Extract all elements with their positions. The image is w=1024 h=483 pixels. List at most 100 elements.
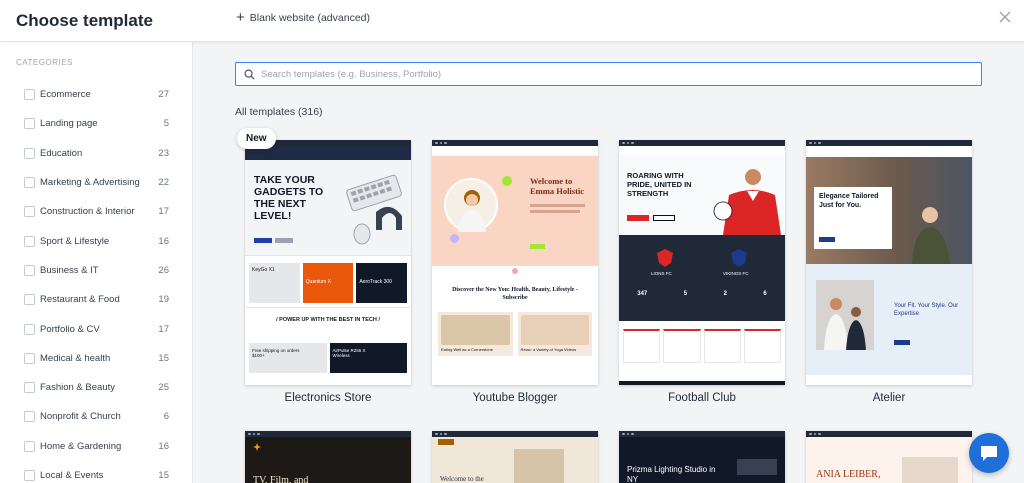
template-thumbnail[interactable]: ANIA LEIBER, [806,431,972,483]
stat-value: 5 [683,291,688,297]
hero-heading: TAKE YOUR GADGETS TO THE NEXT LEVEL! [254,174,324,222]
category-label: Restaurant & Food [40,294,120,306]
category-item[interactable]: Portfolio & CV 17 [0,314,192,343]
blank-website-label: Blank website (advanced) [249,12,370,24]
hero-heading: Welcome to the [440,475,484,483]
category-item[interactable]: Business & IT 26 [0,256,192,285]
category-item[interactable]: Education 23 [0,139,192,168]
category-list: Ecommerce 27 Landing page 5 Education 23 Marke… [0,80,192,483]
category-label: Sport & Lifestyle [40,235,110,247]
category-checkbox[interactable] [24,323,35,335]
category-count: 5 [163,118,169,130]
category-checkbox[interactable] [24,294,35,306]
category-count: 27 [158,89,169,101]
category-item[interactable]: Construction & Interior 17 [0,197,192,226]
hero-heading: TV, Film, and [253,475,309,483]
category-item[interactable]: Medical & health 15 [0,344,192,373]
category-item[interactable]: Landing page 5 [0,109,192,138]
category-checkbox[interactable] [24,177,35,189]
category-count: 16 [158,235,169,247]
category-checkbox[interactable] [24,440,35,452]
category-item[interactable]: Ecommerce 27 [0,80,192,109]
template-thumbnail[interactable]: TV, Film, and [245,431,411,483]
template-thumbnail[interactable]: Welcome to the [432,431,598,483]
category-checkbox[interactable] [24,235,35,247]
search-box[interactable] [235,62,982,86]
categories-heading: CATEGORIES [16,58,73,67]
blank-website-button[interactable]: + Blank website (advanced) [236,9,370,26]
template-thumbnail[interactable]: Prizma Lighting Studio in NY [619,431,785,483]
stat-value: 6 [763,291,767,297]
template-thumbnail[interactable]: Elegance Tailored Just for You. Your Fit… [806,140,972,385]
template-name[interactable]: Youtube Blogger [432,392,598,404]
category-item[interactable]: Home & Gardening 16 [0,432,192,461]
template-thumbnail[interactable]: TAKE YOUR GADGETS TO THE NEXT LEVEL! Key… [245,140,411,385]
category-count: 17 [158,323,169,335]
categories-sidebar: CATEGORIES Ecommerce 27 Landing page 5 Educa… [0,42,193,483]
category-count: 6 [163,411,169,423]
promo-label: Free shipping on orders $100+ [252,348,300,358]
category-count: 15 [158,352,169,364]
category-item[interactable]: Local & Events 15 [0,461,192,483]
product-label: Quantum X [305,279,331,285]
product-label: KeyGo X1 [252,267,275,273]
team-name: LIONS FC [651,271,672,276]
dialog-title: Choose template [16,11,153,30]
category-checkbox[interactable] [24,264,35,276]
hero-heading: ANIA LEIBER, [816,469,881,480]
template-name[interactable]: Electronics Store [245,392,411,404]
category-count: 25 [158,382,169,394]
category-label: Marketing & Advertising [40,177,140,189]
category-count: 16 [158,440,169,452]
template-name[interactable]: Football Club [619,392,785,404]
hero-heading: Prizma Lighting Studio in NY [627,465,716,483]
card-caption: Eating Well as a Cornerstone [441,347,493,352]
category-count: 23 [158,147,169,159]
category-label: Local & Events [40,470,104,481]
category-count: 19 [158,294,169,306]
category-checkbox[interactable] [24,382,35,394]
templates-panel: All templates (316) New TAKE YOUR GADGET… [193,42,1024,483]
category-item[interactable]: Nonprofit & Church 6 [0,402,192,431]
search-input[interactable] [261,68,941,80]
category-count: 26 [158,264,169,276]
category-checkbox[interactable] [24,470,35,481]
stat-value: 347 [637,291,648,297]
category-item[interactable]: Sport & Lifestyle 16 [0,226,192,255]
template-thumbnail[interactable]: Welcome to Emma Holistic Discover the Ne… [432,140,598,385]
template-name[interactable]: Atelier [806,392,972,404]
category-count: 15 [158,470,169,481]
promo-label: AirPulse R255 X Wireless [332,348,366,358]
hero-heading: Welcome to Emma Holistic [530,176,585,196]
dialog-header: Choose template + Blank website (advance… [0,0,1024,42]
card-caption: Relax: a Variety of Yoga Videos [520,347,577,352]
category-label: Home & Gardening [40,440,122,452]
category-label: Ecommerce [40,89,91,101]
template-thumbnail[interactable]: ROARING WITH PRIDE, UNITED IN STRENGTH L… [619,140,785,385]
category-count: 17 [158,206,169,218]
category-checkbox[interactable] [24,352,35,364]
category-count: 22 [158,177,169,189]
category-checkbox[interactable] [24,411,35,423]
section-heading: Your Fit. Your Style. Our Expertise [894,303,959,317]
all-templates-heading: All templates (316) [235,106,323,118]
category-item[interactable]: Marketing & Advertising 22 [0,168,192,197]
chat-button[interactable] [969,433,1009,473]
category-label: Portfolio & CV [40,323,100,335]
category-checkbox[interactable] [24,206,35,218]
close-icon[interactable] [997,9,1013,25]
category-label: Education [40,147,83,159]
category-item[interactable]: Restaurant & Food 19 [0,285,192,314]
category-label: Landing page [40,118,98,130]
stat-value: 2 [723,291,727,297]
plus-icon: + [236,9,245,26]
product-label: AeroTrack 300 [359,279,392,285]
category-checkbox[interactable] [24,89,35,101]
hero-heading: Elegance Tailored Just for You. [819,193,879,209]
category-label: Medical & health [40,352,111,364]
category-item[interactable]: Fashion & Beauty 25 [0,373,192,402]
new-badge: New [237,128,276,149]
category-label: Construction & Interior [40,206,135,218]
category-checkbox[interactable] [24,147,35,159]
category-checkbox[interactable] [24,118,35,130]
